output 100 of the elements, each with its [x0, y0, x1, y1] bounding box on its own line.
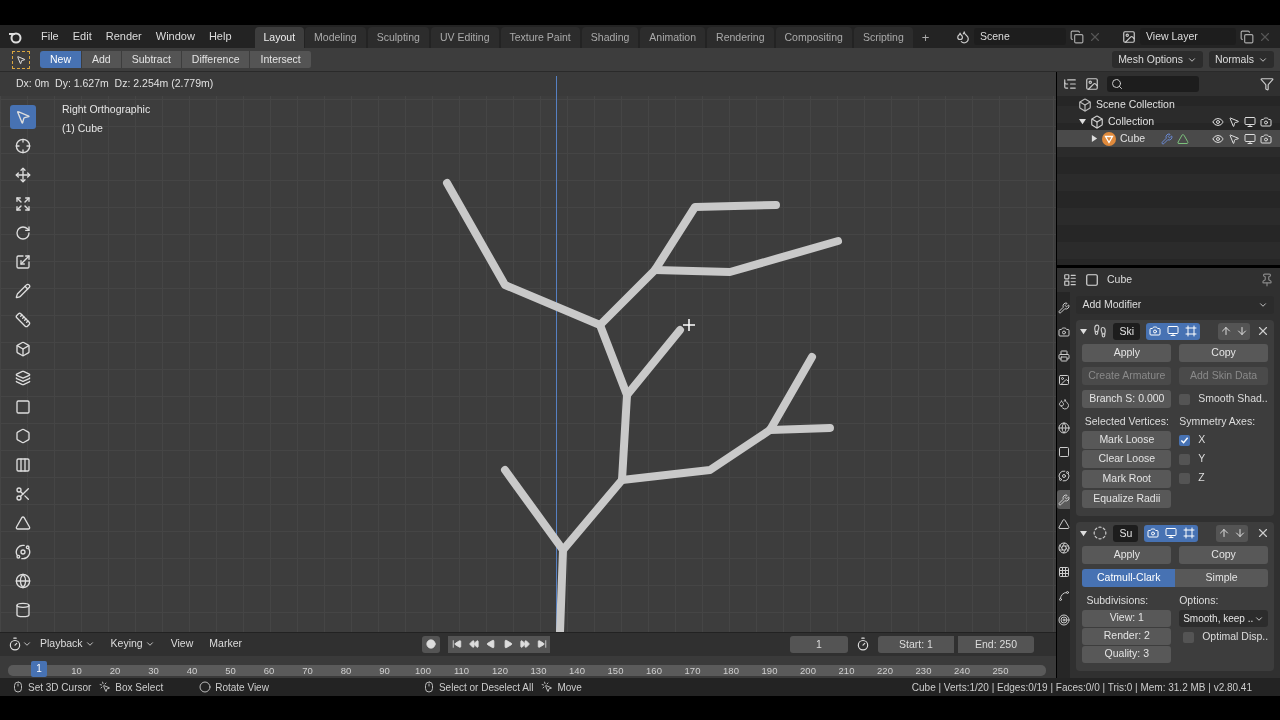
boolean-mode-button[interactable]: Difference [181, 51, 251, 68]
timeline-menu[interactable]: Marker [201, 636, 250, 653]
workspace-tab[interactable]: UV Editing [430, 27, 499, 48]
timeline-menu[interactable]: View [162, 636, 202, 653]
frame-icon [1183, 527, 1196, 539]
start-frame-field[interactable]: Start: 1 [878, 635, 954, 653]
workspace-tab[interactable]: Compositing [775, 27, 852, 48]
timeline-menu[interactable]: Keying [102, 636, 163, 653]
toggle-button[interactable] [1180, 524, 1199, 542]
end-frame-field[interactable]: End: 250 [958, 635, 1034, 653]
checkbox[interactable] [1179, 434, 1191, 446]
workspace-tab[interactable]: Sculpting [367, 27, 429, 48]
header-dropdown[interactable]: Mesh Options [1112, 51, 1203, 68]
workspace-tab[interactable]: Rendering [707, 27, 774, 48]
toggle-button[interactable] [1144, 524, 1163, 542]
boolean-mode-button[interactable]: New [40, 51, 82, 68]
search-field[interactable] [1107, 76, 1199, 92]
frame-number: 70 [302, 663, 313, 678]
level-field[interactable]: View: 1 [1082, 610, 1172, 627]
frame-number: 200 [800, 663, 816, 678]
scene-field[interactable]: Scene [974, 28, 1066, 45]
object-icon [1085, 273, 1099, 287]
cylinder-icon [15, 602, 31, 618]
menu-item[interactable]: Help [201, 28, 239, 45]
outliner-row[interactable]: Scene Collection [1057, 96, 1280, 113]
workspace-tab[interactable]: Animation [640, 27, 706, 48]
level-field[interactable]: Render: 2 [1082, 628, 1172, 645]
copy-button[interactable]: Copy [1179, 344, 1268, 362]
playback-button[interactable] [533, 635, 550, 653]
remove-button[interactable] [1256, 324, 1270, 338]
algorithm-option[interactable]: Simple [1175, 569, 1268, 587]
move-down-button[interactable] [1232, 524, 1249, 542]
add-modifier-dropdown[interactable]: Add Modifier [1076, 296, 1274, 314]
toggle-button[interactable] [1182, 322, 1200, 340]
uv-smooth-dropdown[interactable]: Smooth, keep .. [1179, 610, 1268, 627]
workspace-tab[interactable]: Modeling [305, 27, 366, 48]
properties-tab[interactable] [1057, 490, 1071, 509]
header-dropdown[interactable]: Normals [1208, 51, 1274, 68]
vertex-button[interactable]: Mark Loose [1082, 431, 1172, 449]
expanded-arrow-icon[interactable] [1080, 529, 1088, 537]
select-box-tool-button[interactable] [12, 50, 30, 69]
add-workspace-button[interactable]: + [913, 27, 938, 48]
layers-icon [15, 370, 31, 386]
sphere-icon [15, 573, 31, 589]
expanded-arrow-icon[interactable] [1080, 327, 1088, 335]
toggle-button[interactable] [1146, 322, 1164, 340]
boolean-mode-button[interactable]: Subtract [121, 51, 182, 68]
boolean-mode-button[interactable]: Add [82, 51, 122, 68]
current-frame-field[interactable]: 1 [790, 635, 848, 653]
play-reverse-icon [485, 639, 496, 650]
fast-forward-icon [519, 639, 530, 650]
tool-button[interactable] [10, 105, 36, 129]
workspace-tab[interactable]: Texture Paint [500, 27, 580, 48]
scene-statistics: Cube | Verts:1/20 | Edges:0/19 | Faces:0/0 | Tris:0 | Mem: 31.2 MB | v2.80.41 [911, 680, 1252, 695]
frame-ruler[interactable] [8, 664, 1046, 676]
vertex-button[interactable]: Clear Loose [1082, 450, 1172, 468]
menu-item[interactable]: Render [98, 28, 149, 45]
view-layer-field[interactable]: View Layer [1140, 28, 1236, 45]
move-up-button[interactable] [1216, 524, 1233, 542]
expanded-arrow-icon[interactable] [1079, 118, 1086, 125]
menu-item[interactable]: Window [148, 28, 202, 45]
workspace-tab[interactable]: Layout [254, 27, 305, 48]
move-down-button[interactable] [1234, 322, 1250, 340]
pointer-icon [16, 54, 26, 65]
scissors-icon [15, 486, 31, 502]
vertex-button[interactable]: Equalize Radii [1082, 490, 1172, 508]
scale-icon [15, 254, 31, 270]
outliner-row[interactable]: Collection [1057, 113, 1280, 130]
remove-button[interactable] [1256, 526, 1270, 540]
boolean-mode-button[interactable]: Intersect [250, 51, 312, 68]
chevron-down-icon [1258, 300, 1268, 310]
apply-button[interactable]: Apply [1082, 546, 1172, 564]
menu-item[interactable]: Edit [65, 28, 99, 45]
copy-button[interactable]: Copy [1179, 546, 1268, 564]
current-frame-marker[interactable]: 1 [31, 660, 47, 677]
material-icon [1057, 541, 1070, 554]
frame-number: 50 [225, 663, 236, 678]
outliner-row[interactable]: Cube [1057, 130, 1280, 147]
move-up-button[interactable] [1218, 322, 1234, 340]
view-name-text: Right Orthographic [62, 102, 151, 117]
vertex-button[interactable]: Mark Root [1082, 470, 1172, 488]
frame-number: 190 [761, 663, 778, 678]
workspace-tab[interactable]: Scripting [853, 27, 913, 48]
apply-button[interactable]: Apply [1082, 344, 1172, 362]
modifier-name-field[interactable]: Ski [1113, 322, 1140, 340]
algorithm-option[interactable]: Catmull-Clark [1082, 569, 1176, 587]
square-icon [15, 399, 31, 415]
workspace-tab[interactable]: Shading [581, 27, 639, 48]
playback-button[interactable] [448, 635, 465, 653]
record-button[interactable] [422, 635, 440, 653]
level-field[interactable]: Quality: 3 [1082, 646, 1172, 663]
timeline-menu[interactable]: Playback [32, 636, 103, 653]
toggle-button[interactable] [1164, 322, 1182, 340]
particles-icon [1057, 589, 1070, 602]
collapsed-arrow-icon[interactable] [1091, 135, 1098, 142]
viewport[interactable]: Dx: 0m Dy: 1.627m Dz: 2.254m (2.779m) Right Orthographic (1) Cube [0, 72, 1056, 632]
hexagon-icon [15, 428, 31, 444]
branch-field[interactable]: Branch S: 0.000 [1082, 390, 1172, 408]
menu-item[interactable]: File [34, 28, 66, 45]
modifier-name-field[interactable]: Su [1113, 524, 1139, 542]
